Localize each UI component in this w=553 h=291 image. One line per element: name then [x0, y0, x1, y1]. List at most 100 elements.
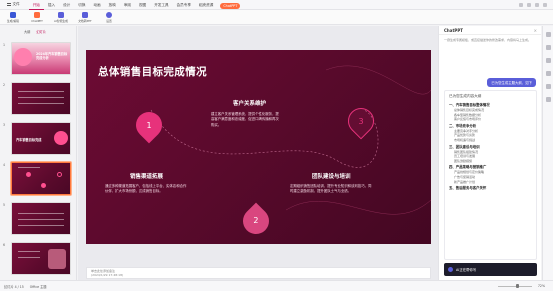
outline-item[interactable]: 团队激励措施: [449, 159, 532, 164]
chatppt-tab[interactable]: ChatPPT: [220, 2, 241, 9]
chatppt-button[interactable]: ChatPPT: [28, 11, 46, 23]
ai-generate-label: AI智能生成: [54, 18, 68, 23]
thumb-line: [18, 97, 64, 98]
thumb-line: [18, 213, 64, 214]
zoom-slider[interactable]: [497, 284, 532, 288]
tab-developer[interactable]: 开发工具: [150, 0, 172, 10]
outline-card-title: 已为您生成内容大纲: [449, 94, 482, 98]
hamburger-icon: [7, 3, 11, 6]
doc-to-ppt-button[interactable]: 文档转PPT: [76, 11, 94, 23]
chat-input-bar[interactable]: AI正在帮你写: [444, 263, 537, 276]
window-tools: [519, 2, 547, 7]
outline-heading[interactable]: 五、售后服务与客户关怀: [449, 186, 532, 191]
ribbon-toolbar: 生成/编辑 ChatPPT AI智能生成 文档转PPT 设置: [0, 10, 553, 25]
doc-to-ppt-label: 文档转PPT: [78, 18, 92, 23]
slide-canvas[interactable]: 总体销售目标完成情况 1 客户关系维护 建立客户关系管理系统，提供个性化服务，提…: [86, 50, 431, 244]
side-toolbar: [542, 26, 553, 280]
decor-circle: [14, 48, 32, 66]
chat-intro-text: 一键生成专属模板，或直接描述你的修改需求，内容将马上生成。: [444, 38, 532, 42]
file-menu-button[interactable]: 文件: [4, 1, 23, 8]
minimize-icon[interactable]: [535, 2, 539, 7]
tab-animation[interactable]: 动画: [89, 0, 104, 10]
tab-slides[interactable]: 幻灯片: [36, 29, 46, 34]
slide-thumbnail-panel: 大纲 幻灯片 1 2024年汽车销售目标完成分析 2 3 汽车销售目标完成 4 …: [0, 26, 77, 280]
settings-icon[interactable]: [545, 84, 551, 89]
menu-bar: 文件 开始 插入 设计 切换 动画 放映 审阅 视图 开发工具 会员专享 稻壳资…: [0, 0, 553, 10]
more-icon[interactable]: [543, 2, 547, 7]
help-icon[interactable]: [545, 97, 551, 102]
tab-transition[interactable]: 切换: [74, 0, 89, 10]
thumb-line: [18, 167, 40, 168]
ai-icon: [58, 11, 64, 18]
outline-item[interactable]: 新产品推广计划: [449, 180, 532, 185]
tab-resources[interactable]: 稻壳资源: [195, 0, 217, 10]
thumb-line: [18, 219, 64, 220]
pen-icon[interactable]: [545, 45, 551, 50]
cloud-icon[interactable]: [519, 2, 523, 7]
section-heading[interactable]: 客户关系维护: [233, 99, 266, 107]
chatppt-panel: ChatPPT × 一键生成专属模板，或直接描述你的修改需求，内容将马上生成。 …: [438, 26, 541, 280]
tab-member[interactable]: 会员专享: [173, 0, 195, 10]
thumb-line: [18, 251, 40, 252]
tab-outline[interactable]: 大纲: [24, 29, 30, 34]
status-left: 幻灯片 4 / 15 Office 主题: [4, 284, 46, 289]
thumb-number: 4: [3, 163, 6, 167]
outline-card: 已为您生成内容大纲 一、汽车销售目标整体情况 总体销售目标完成情况 各车型销售数…: [444, 90, 537, 260]
marker-number: 3: [358, 116, 364, 126]
status-right: 72%: [497, 284, 545, 288]
slide-thumbnail[interactable]: [11, 242, 71, 275]
sparkle-icon: [10, 11, 16, 18]
thumb-number: 5: [3, 203, 6, 207]
thumb-number: 6: [3, 243, 6, 247]
slide-thumbnail[interactable]: [11, 202, 71, 235]
marker-number: 2: [253, 216, 259, 226]
thumb-number: 3: [3, 123, 6, 127]
share-icon[interactable]: [527, 2, 531, 7]
thumb-line: [18, 257, 40, 258]
thumb-line: [18, 225, 64, 226]
slide-thumbnail[interactable]: [11, 82, 71, 115]
section-text[interactable]: 定期组织销售团队培训，提升专业知识和谈判技巧，同时建立激励机制，提升团队士气与业…: [290, 184, 372, 195]
status-bar: 幻灯片 4 / 15 Office 主题 72%: [0, 280, 553, 291]
shape-icon[interactable]: [545, 58, 551, 63]
tab-slideshow[interactable]: 放映: [105, 0, 120, 10]
zoom-level[interactable]: 72%: [538, 284, 545, 288]
slide-canvas-area: 总体销售目标完成情况 1 客户关系维护 建立客户关系管理系统，提供个性化服务，提…: [78, 26, 438, 280]
tab-design[interactable]: 设计: [59, 0, 74, 10]
section-heading[interactable]: 团队建设与培训: [312, 172, 351, 180]
decor-circle: [41, 183, 46, 188]
decor-circle: [57, 172, 62, 177]
slide-thumbnail[interactable]: 2024年汽车销售目标完成分析: [11, 42, 71, 75]
ai-generate-button[interactable]: AI智能生成: [52, 11, 70, 23]
marker-number: 1: [146, 120, 152, 130]
ribbon-tabs: 开始 插入 设计 切换 动画 放映 审阅 视图 开发工具 会员专享 稻壳资源: [28, 0, 218, 10]
notes-pane[interactable]: 单击此处添加备注 (2024/1/29 17:48:18): [86, 267, 431, 279]
tab-review[interactable]: 审阅: [120, 0, 135, 10]
generate-edit-label: 生成/编辑: [6, 18, 20, 23]
outline-item[interactable]: 市场机遇与挑战: [449, 138, 532, 143]
generate-edit-button[interactable]: 生成/编辑: [4, 11, 22, 23]
document-icon: [82, 11, 88, 18]
settings-label: 设置: [106, 18, 112, 23]
slide-thumbnail[interactable]: 汽车销售目标完成: [11, 122, 71, 155]
file-menu-label: 文件: [12, 2, 20, 6]
chatppt-icon: [34, 11, 40, 18]
slide-counter: 幻灯片 4 / 15: [4, 284, 24, 289]
settings-button[interactable]: 设置: [100, 11, 118, 23]
slide-title[interactable]: 总体销售目标完成情况: [98, 64, 207, 79]
tab-insert[interactable]: 插入: [44, 0, 59, 10]
thumb-line: [18, 91, 64, 92]
outline-item[interactable]: 客户反馈与市场评价: [449, 117, 532, 122]
chat-request-bubble: 已为您生成主题大纲，如下: [487, 78, 536, 87]
select-icon[interactable]: [545, 32, 551, 37]
section-text[interactable]: 建立客户关系管理系统，提供个性化服务，提高客户满意度和忠诚度，促进口碑传播和再次…: [211, 112, 281, 128]
tab-start[interactable]: 开始: [28, 0, 44, 10]
chat-header: ChatPPT ×: [439, 26, 541, 35]
section-text[interactable]: 通过多种渠道拓展客户，包括线上平台、实体店和合作伙伴，扩大市场份额，达成销售目标…: [105, 184, 187, 195]
theme-name: Office 主题: [29, 284, 47, 289]
section-heading[interactable]: 销售渠道拓展: [130, 172, 163, 180]
layers-icon[interactable]: [545, 71, 551, 76]
slide-thumbnail-selected[interactable]: [11, 162, 71, 195]
close-icon[interactable]: ×: [534, 28, 537, 33]
tab-view[interactable]: 视图: [135, 0, 150, 10]
